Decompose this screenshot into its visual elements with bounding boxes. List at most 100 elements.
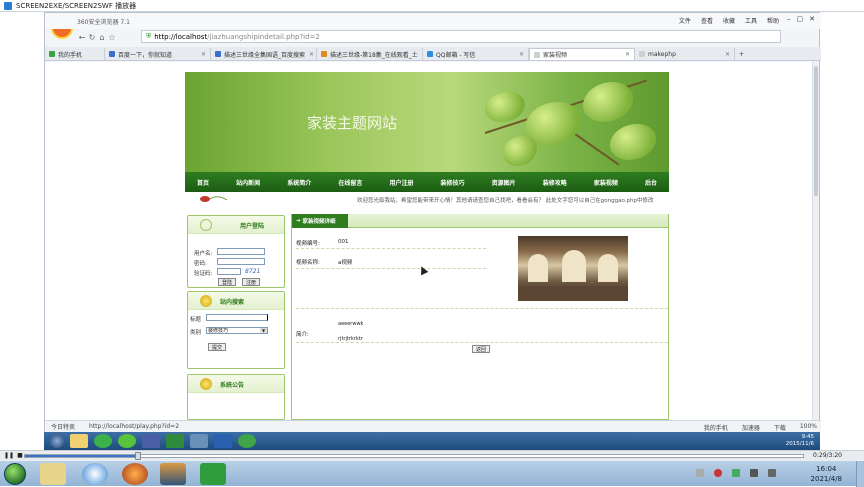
start-button[interactable] [4, 463, 26, 485]
system-tray [696, 469, 776, 477]
tab-label: QQ邮箱 - 写信 [436, 51, 476, 59]
search-submit-button[interactable]: 提交 [208, 343, 226, 351]
keyword-input[interactable] [206, 314, 268, 321]
menu-help[interactable]: 帮助 [767, 16, 779, 25]
minimize-icon[interactable]: – [787, 15, 791, 23]
nav-admin[interactable]: 后台 [645, 178, 657, 187]
tab-baidu-search[interactable]: 描述三世缘全集国语_百度搜索 ✕ [211, 48, 317, 60]
show-desktop-button[interactable] [856, 461, 864, 487]
recorded-date: 2015/11/6 [785, 441, 814, 447]
nav-about[interactable]: 系统简介 [287, 178, 311, 187]
menu-favorites[interactable]: 收藏 [723, 16, 735, 25]
recorded-taskbar: 9:45 2015/11/6 [44, 432, 820, 450]
status-my-phone[interactable]: 我的手机 [704, 423, 728, 432]
status-download[interactable]: 下载 [774, 423, 786, 432]
home-icon[interactable]: ⌂ [97, 33, 107, 42]
divider [296, 268, 486, 269]
notice-decor-icon [200, 378, 212, 390]
tab-close-icon[interactable]: ✕ [621, 51, 630, 58]
new-tab-button[interactable]: + [735, 48, 753, 60]
category-select[interactable]: 装修技巧 ▼ [206, 327, 268, 334]
intro-label: 简介: [296, 332, 309, 338]
globe-icon[interactable] [238, 434, 256, 448]
today-deals[interactable]: 今日特卖 [51, 422, 75, 431]
status-url: http://localhost/play.php?id=2 [89, 423, 180, 430]
excel-icon[interactable] [166, 434, 184, 448]
skype-icon[interactable] [82, 463, 108, 485]
tab-close-icon[interactable]: ✕ [515, 51, 524, 58]
tool-icon[interactable] [190, 434, 208, 448]
login-button[interactable]: 登陆 [218, 278, 236, 286]
start-orb-icon[interactable] [50, 434, 64, 448]
progress-knob[interactable] [134, 452, 141, 460]
nav-guides[interactable]: 装修攻略 [543, 178, 567, 187]
tab-label: makephp [648, 50, 676, 58]
tab-my-phone[interactable]: 我的手机 [45, 48, 105, 60]
captcha-input[interactable] [217, 268, 241, 275]
security-icon[interactable] [714, 469, 722, 477]
tab-baidu[interactable]: 百度一下，你就知道 ✕ [105, 48, 211, 60]
tab-close-icon[interactable]: ✕ [305, 51, 314, 58]
back-icon[interactable]: ← [77, 33, 87, 42]
address-bar[interactable]: ⛨ http://localhost/jiazhuangshipindetail… [141, 30, 781, 43]
nav-images[interactable]: 资源图片 [492, 178, 516, 187]
marquee-text: 欢迎您光临我站，希望您能带来开心情！其他请请查您自己找吧，看看会有？ 此处文字您… [357, 198, 654, 204]
nav-news[interactable]: 站内新闻 [236, 178, 260, 187]
refresh-icon[interactable]: ↻ [87, 33, 97, 42]
tab-video-site[interactable]: 描述三世缘-第18集_在线观看_土✕ [317, 48, 423, 60]
browser-360-icon[interactable] [94, 434, 112, 448]
flag-icon[interactable] [750, 469, 758, 477]
nav-tips[interactable]: 装修技巧 [441, 178, 465, 187]
close-icon[interactable]: ✕ [809, 15, 815, 23]
screen2exe-icon[interactable] [200, 463, 226, 485]
host-clock[interactable]: 16:04 2021/4/8 [811, 464, 842, 484]
explorer-icon[interactable] [70, 434, 88, 448]
word-icon[interactable] [214, 434, 232, 448]
file-explorer-icon[interactable] [40, 463, 66, 485]
status-accelerator[interactable]: 加速器 [742, 423, 760, 432]
php-icon[interactable] [142, 434, 160, 448]
video-no-value: 001 [338, 239, 349, 245]
arrow-icon: ➔ [296, 218, 301, 224]
search-decor-icon [200, 295, 212, 307]
password-input[interactable] [217, 258, 265, 265]
star-icon[interactable]: ☆ [107, 33, 117, 42]
nav-register[interactable]: 用户注册 [389, 178, 413, 187]
tab-makephp[interactable]: makephp ✕ [635, 48, 735, 60]
login-box: 用户登陆 用户名: 密码: 验证码: 8721 登陆 注册 [187, 215, 285, 288]
photo-detail [598, 254, 618, 282]
media-icon[interactable] [122, 463, 148, 485]
username-input[interactable] [217, 248, 265, 255]
menu-view[interactable]: 查看 [701, 16, 713, 25]
player-icon[interactable] [118, 434, 136, 448]
scrollbar-thumb[interactable] [814, 66, 818, 196]
nav-guestbook[interactable]: 在线留言 [338, 178, 362, 187]
vertical-scrollbar[interactable] [812, 62, 819, 420]
maximize-icon[interactable]: ▢ [797, 15, 804, 23]
site-banner: 家装主题网站 [185, 72, 669, 172]
photo-detail [528, 254, 548, 282]
nav-videos[interactable]: 家装视频 [594, 178, 618, 187]
register-button[interactable]: 注册 [242, 278, 260, 286]
page-icon [639, 51, 645, 57]
status-zoom[interactable]: 100% [800, 423, 817, 432]
volume-icon[interactable] [768, 469, 776, 477]
recorded-time: 9:45 [801, 434, 814, 440]
tab-close-icon[interactable]: ✕ [197, 51, 206, 58]
left-column: 用户登陆 用户名: 密码: 验证码: 8721 登陆 注册 站内搜索 标题 类别… [187, 215, 285, 420]
archive-icon[interactable] [160, 463, 186, 485]
address-path: /jiazhuangshipindetail.php?id=2 [207, 32, 320, 41]
network-icon[interactable] [732, 469, 740, 477]
pause-icon[interactable]: ❚❚ [4, 452, 14, 459]
tab-qq-mail[interactable]: QQ邮箱 - 写信 ✕ [423, 48, 529, 60]
tab-home-video[interactable]: 家装视频 ✕ [529, 48, 635, 60]
keyboard-icon[interactable] [696, 469, 704, 477]
back-button[interactable]: 返回 [472, 345, 490, 353]
menu-file[interactable]: 文件 [679, 16, 691, 25]
progress-track[interactable] [24, 452, 804, 460]
tab-close-icon[interactable]: ✕ [721, 51, 730, 58]
menu-tools[interactable]: 工具 [745, 16, 757, 25]
nav-home[interactable]: 首页 [197, 178, 209, 187]
stop-icon[interactable]: ■ [17, 452, 23, 459]
browser-name: 360安全浏览器 7.1 [77, 18, 130, 26]
